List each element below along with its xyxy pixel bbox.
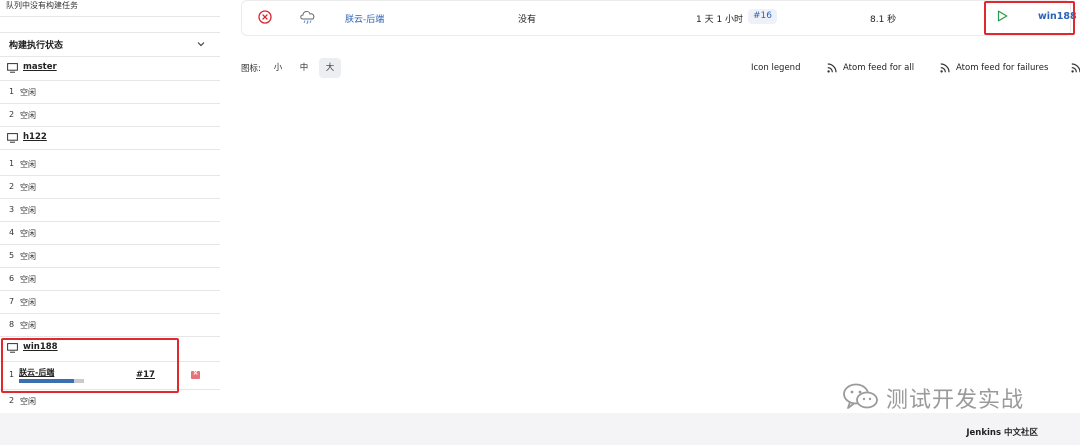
icon-size-small[interactable]: 小 [267,58,289,78]
divider [0,149,220,150]
executor-number: 4 [9,228,15,237]
executor-slot: 7 空闲 [0,291,220,313]
executor-slot: 5 空闲 [0,245,220,267]
highlight-box [984,1,1075,35]
executor-status: 空闲 [20,252,36,261]
executor-number: 2 [9,396,15,405]
divider [0,16,220,17]
executor-status: 空闲 [20,321,36,330]
executor-number: 3 [9,205,15,214]
footer-brand-link[interactable]: Jenkins 中文社区 [966,426,1038,438]
atom-feed-all-label: Atom feed for all [843,63,915,73]
wechat-icon [843,383,878,409]
executor-status: 空闲 [20,397,36,406]
icon-size-selector: 图标: 小 中 大 [241,58,341,78]
failed-x-icon [258,10,272,24]
executor-slot: 2 空闲 [0,390,220,412]
executor-slot: 1 空闲 [0,153,220,175]
executor-slot: 2 空闲 [0,176,220,198]
node-name-link[interactable]: master [23,62,57,72]
stop-build-button[interactable]: × [191,369,200,379]
executor-status: 空闲 [20,229,36,238]
executor-status: 空闲 [20,88,36,97]
chevron-down-icon[interactable] [196,39,206,49]
icon-size-large[interactable]: 大 [319,58,341,78]
executor-status: 空闲 [20,160,36,169]
executor-status: 空闲 [20,206,36,215]
atom-feed-failures-label: Atom feed for failures [956,63,1049,73]
storm-cloud-icon [300,11,315,25]
build-queue-message: 队列中没有构建任务 [6,1,78,10]
executor-number: 8 [9,320,15,329]
executor-number: 2 [9,182,15,191]
executor-slot: 2 空闲 [0,104,220,126]
stop-icon: × [192,369,199,377]
executors-title: 构建执行状态 [9,41,64,51]
last-duration: 8.1 秒 [870,15,897,25]
rss-icon [827,63,837,73]
executors-header[interactable]: 构建执行状态 [0,33,220,55]
executor-number: 1 [9,87,15,96]
watermark: 测试开发实战 [842,378,1052,418]
executor-status: 空闲 [20,183,36,192]
node-name-link[interactable]: h122 [23,132,47,142]
last-failure: 1 天 1 小时 [696,15,744,25]
computer-icon [7,63,18,73]
highlight-box [1,338,179,393]
executor-status: 空闲 [20,275,36,284]
executor-slot: 6 空闲 [0,268,220,290]
rss-icon [1071,63,1080,73]
executor-slot: 3 空闲 [0,199,220,221]
node-h122[interactable]: h122 [0,127,220,149]
executor-slot: 4 空闲 [0,222,220,244]
computer-icon [7,133,18,143]
executor-status: 空闲 [20,111,36,120]
job-name-link[interactable]: 朕云-后端 [345,12,384,25]
rss-icon [940,63,950,73]
executor-number: 7 [9,297,15,306]
sidebar: 队列中没有构建任务 构建执行状态 master 1 空闲 2 空闲 h122 1 [0,0,220,413]
executor-status: 空闲 [20,298,36,307]
executor-number: 2 [9,110,15,119]
build-number-link[interactable]: #16 [748,9,777,24]
executor-number: 6 [9,274,15,283]
main-content: 朕云-后端 没有 1 天 1 小时 #16 8.1 秒 win188 图标: 小… [220,0,1080,413]
icon-size-label: 图标: [241,64,261,74]
executor-number: 5 [9,251,15,260]
executor-slot: 1 空闲 [0,81,220,103]
icon-size-medium[interactable]: 中 [293,58,315,78]
executor-number: 1 [9,159,15,168]
last-success: 没有 [518,15,537,25]
job-row: 朕云-后端 没有 1 天 1 小时 #16 8.1 秒 win188 [241,0,1077,36]
icon-legend-link[interactable]: Icon legend [751,63,800,73]
watermark-text: 测试开发实战 [886,388,1025,413]
node-master[interactable]: master [0,57,220,79]
executor-slot: 8 空闲 [0,314,220,336]
